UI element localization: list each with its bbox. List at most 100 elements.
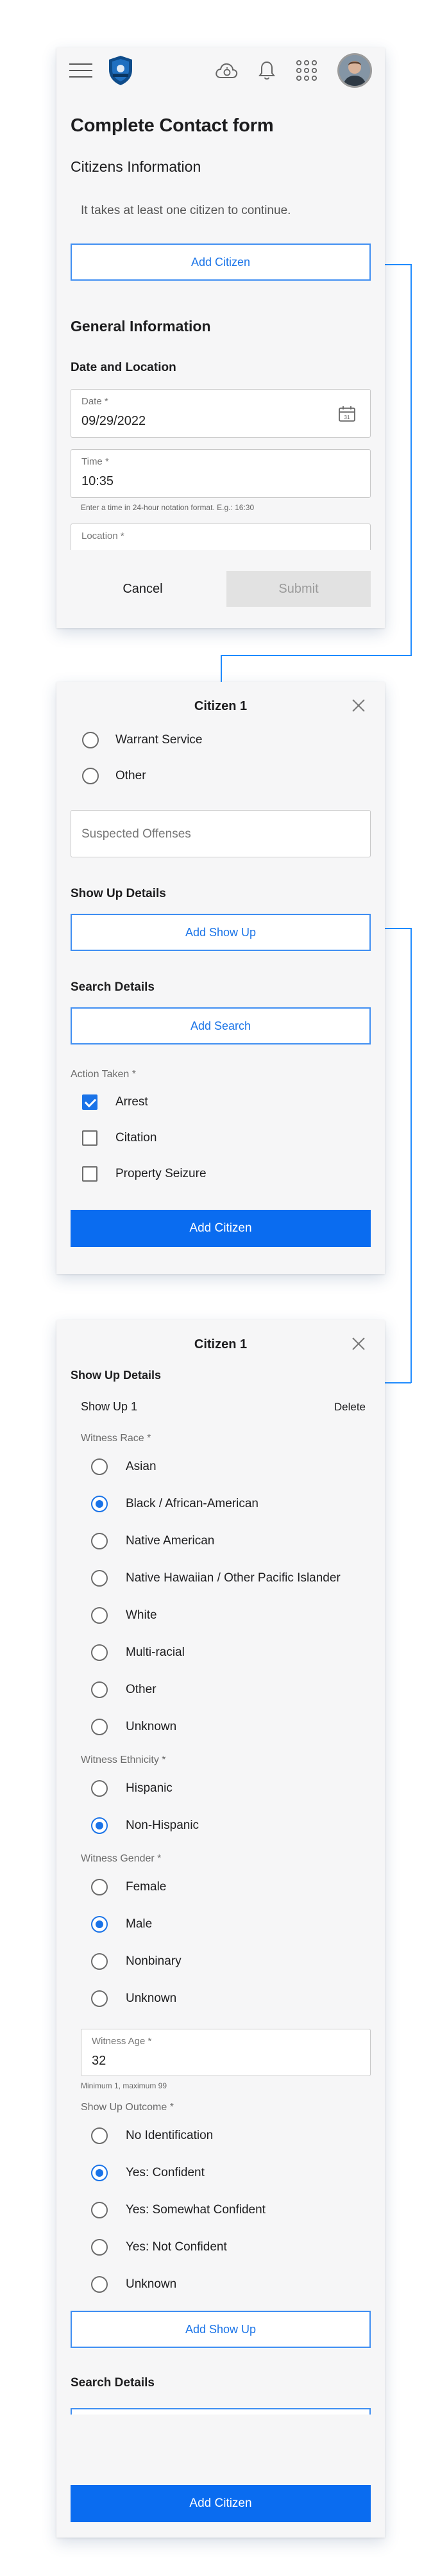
radio-button[interactable] [91,1879,108,1895]
checkbox[interactable] [82,1130,97,1146]
radio-button[interactable] [91,2276,108,2293]
app-bar [56,47,385,94]
radio-button[interactable] [91,2239,108,2256]
radio-button-selected[interactable] [91,1496,108,1512]
radio-option[interactable]: White [91,1607,385,1624]
action-option[interactable]: Arrest [82,1094,385,1110]
search-heading: Search Details [71,2376,155,2390]
user-avatar[interactable] [337,53,372,88]
show-up-item-header: Show Up 1 Delete [81,1400,366,1414]
show-up-item-title: Show Up 1 [81,1400,138,1413]
calendar-icon[interactable]: 31 [338,405,356,423]
radio-option[interactable]: Unknown [91,1990,385,2007]
radio-button-selected[interactable] [91,1916,108,1933]
citizen-modal: Citizen 1 Warrant Service Other Suspecte… [56,682,385,1274]
radio-option[interactable]: Hispanic [91,1780,385,1797]
radio-button[interactable] [91,1458,108,1475]
action-option[interactable]: Property Seizure [82,1166,385,1182]
radio-option-label: Yes: Confident [126,2166,205,2179]
show-up-outcome-group: No Identification Yes: Confident Yes: Some… [56,2127,385,2293]
add-show-up-button[interactable]: Add Show Up [71,914,371,951]
delete-show-up-button[interactable]: Delete [334,1401,366,1414]
radio-button[interactable] [91,1780,108,1797]
witness-age-field[interactable]: Witness Age * 32 [81,2029,371,2076]
radio-button[interactable] [91,1644,108,1661]
cancel-button[interactable]: Cancel [71,571,215,607]
radio-button[interactable] [91,1953,108,1970]
time-field-value: 10:35 [81,474,114,488]
radio-option[interactable]: Unknown [91,2276,385,2293]
suspected-offenses-field[interactable]: Suspected Offenses [71,810,371,857]
radio-option[interactable]: Multi-racial [91,1644,385,1661]
radio-option[interactable]: Non-Hispanic [91,1817,385,1834]
radio-option[interactable]: Asian [91,1458,385,1475]
witness-age-hint: Minimum 1, maximum 99 [81,2081,167,2090]
date-field-value: 09/29/2022 [81,414,146,428]
time-field-label: Time * [81,456,109,467]
close-icon[interactable] [349,1334,368,1353]
add-citizen-button[interactable]: Add Citizen [71,2485,371,2522]
radio-option[interactable]: Female [91,1879,385,1895]
add-search-button-partial[interactable] [71,2408,371,2415]
page-title: Complete Contact form [71,115,274,136]
add-citizen-button[interactable]: Add Citizen [71,244,371,281]
radio-button[interactable] [82,732,99,748]
radio-option[interactable]: Native American [91,1533,385,1549]
submit-button[interactable]: Submit [226,571,371,607]
radio-option[interactable]: Yes: Not Confident [91,2239,385,2256]
show-up-outcome-label: Show Up Outcome * [81,2102,174,2113]
witness-age-label: Witness Age * [92,2036,152,2047]
add-search-button[interactable]: Add Search [71,1007,371,1044]
radio-option-label: Hispanic [126,1781,173,1795]
action-option-label: Property Seizure [115,1167,207,1180]
form-actions: Cancel Submit [56,550,385,628]
radio-option[interactable]: Native Hawaiian / Other Pacific Islander [91,1570,385,1587]
radio-option[interactable]: Black / African-American [91,1496,385,1512]
radio-option[interactable]: Unknown [91,1719,385,1735]
radio-option-label: Other [126,1683,157,1696]
date-field-label: Date * [81,396,108,407]
witness-race-group: Asian Black / African-American Native Amer… [56,1458,385,1735]
radio-button[interactable] [91,1607,108,1624]
radio-option-label: Male [126,1917,153,1931]
date-field[interactable]: Date * 09/29/2022 31 [71,389,371,438]
radio-option-label: Asian [126,1460,157,1473]
radio-option[interactable]: Male [91,1916,385,1933]
radio-option-label: Female [126,1880,167,1894]
bell-icon[interactable] [258,60,276,81]
close-icon[interactable] [349,696,368,715]
suspected-offenses-placeholder: Suspected Offenses [81,827,191,841]
radio-button[interactable] [91,1570,108,1587]
reason-option[interactable]: Other [82,768,385,784]
radio-button[interactable] [91,1681,108,1698]
radio-option[interactable]: No Identification [91,2127,385,2144]
radio-option[interactable]: Yes: Confident [91,2165,385,2181]
radio-option[interactable]: Yes: Somewhat Confident [91,2202,385,2218]
modal-title: Citizen 1 [194,1337,248,1351]
action-option-label: Citation [115,1131,157,1144]
connector-line [221,655,222,683]
time-field[interactable]: Time * 10:35 [71,449,371,498]
radio-option[interactable]: Nonbinary [91,1953,385,1970]
reason-option-label: Warrant Service [115,733,203,747]
add-show-up-button[interactable]: Add Show Up [71,2311,371,2348]
radio-button[interactable] [91,1533,108,1549]
radio-button[interactable] [91,2127,108,2144]
radio-option-label: Multi-racial [126,1646,185,1659]
radio-button-selected[interactable] [91,2165,108,2181]
add-citizen-button[interactable]: Add Citizen [71,1210,371,1247]
checkbox-checked[interactable] [82,1094,97,1110]
menu-icon[interactable] [69,63,92,78]
radio-button[interactable] [91,1990,108,2007]
apps-grid-icon[interactable] [295,59,318,82]
radio-button-selected[interactable] [91,1817,108,1834]
radio-button[interactable] [91,1719,108,1735]
checkbox[interactable] [82,1166,97,1182]
reason-option[interactable]: Warrant Service [82,732,385,748]
radio-button[interactable] [82,768,99,784]
cloud-sync-icon[interactable] [214,61,239,80]
action-option[interactable]: Citation [82,1130,385,1146]
radio-option[interactable]: Other [91,1681,385,1698]
radio-button[interactable] [91,2202,108,2218]
search-heading: Search Details [71,980,155,994]
